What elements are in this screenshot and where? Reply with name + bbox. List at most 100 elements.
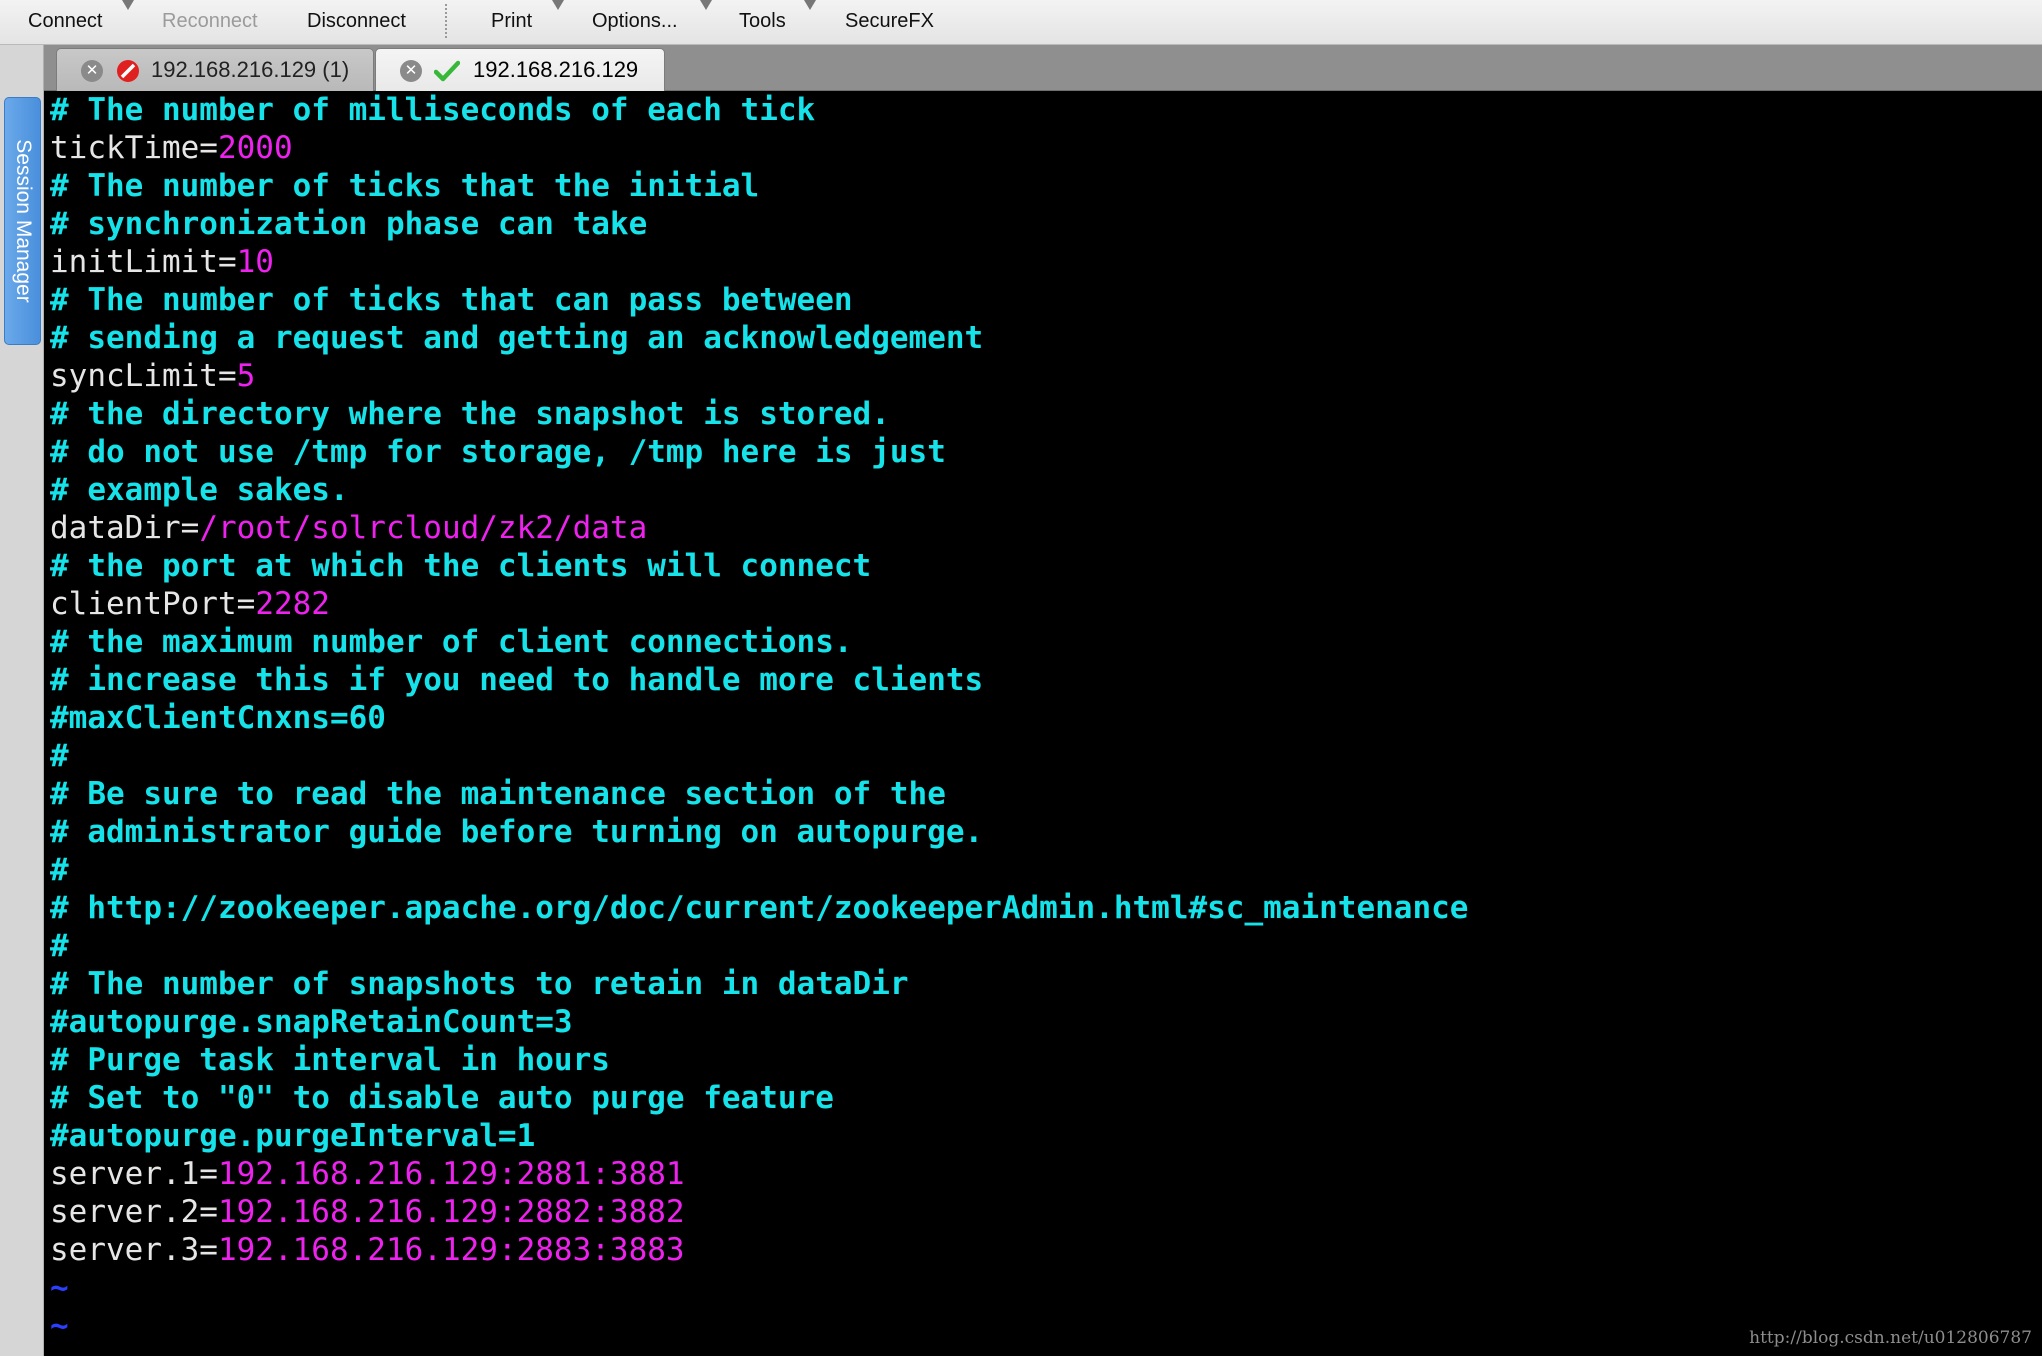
config-comment: # the maximum number of client connectio… — [50, 624, 853, 660]
config-comment: # administrator guide before turning on … — [50, 814, 984, 850]
config-comment: # — [50, 928, 69, 964]
close-tab-icon[interactable]: ✕ — [400, 60, 422, 82]
terminal-screen[interactable]: http://blog.csdn.net/u012806787 # The nu… — [44, 91, 2042, 1356]
no-entry-icon — [117, 60, 139, 82]
terminal-line: tickTime=2000 — [50, 129, 293, 167]
config-key: initLimit= — [50, 244, 237, 280]
config-value: 5 — [236, 358, 256, 394]
config-value: 10 — [236, 244, 274, 280]
terminal-line: # Be sure to read the maintenance sectio… — [50, 775, 946, 813]
tab-session-2[interactable]: ✕ 192.168.216.129 — [375, 48, 665, 91]
config-comment: # The number of snapshots to retain in d… — [50, 966, 909, 1002]
terminal-line: # the port at which the clients will con… — [50, 547, 871, 585]
terminal-line: # — [50, 851, 69, 889]
terminal-line: ~ — [50, 1269, 69, 1307]
terminal-line: # The number of ticks that can pass betw… — [50, 281, 853, 319]
terminal-line: # synchronization phase can take — [50, 205, 647, 243]
tab-session-1[interactable]: ✕ 192.168.216.129 (1) — [56, 48, 374, 91]
config-comment: # do not use /tmp for storage, /tmp here… — [50, 434, 946, 470]
config-comment: # Purge task interval in hours — [50, 1042, 610, 1078]
terminal-line: # sending a request and getting an ackno… — [50, 319, 983, 357]
print-dropdown-arrow-icon[interactable] — [552, 0, 564, 10]
options-button[interactable]: Options... — [592, 0, 678, 43]
terminal-line: # Set to "0" to disable auto purge featu… — [50, 1079, 834, 1117]
terminal-line: # — [50, 927, 69, 965]
config-key: server.3= — [50, 1232, 218, 1268]
terminal-line: #autopurge.snapRetainCount=3 — [50, 1003, 573, 1041]
vim-empty-line-marker: ~ — [50, 1270, 69, 1306]
terminal-line: # example sakes. — [50, 471, 349, 509]
config-comment: # synchronization phase can take — [50, 206, 648, 242]
config-comment: #autopurge.snapRetainCount=3 — [50, 1004, 573, 1040]
config-key: clientPort= — [50, 586, 256, 622]
config-comment: #autopurge.purgeInterval=1 — [50, 1118, 536, 1154]
reconnect-button[interactable]: Reconnect — [162, 0, 258, 43]
tab-label: 192.168.216.129 — [473, 57, 639, 82]
terminal-line: initLimit=10 — [50, 243, 274, 281]
config-comment: # http://zookeeper.apache.org/doc/curren… — [50, 890, 1469, 926]
config-comment: # Be sure to read the maintenance sectio… — [50, 776, 946, 812]
terminal-line: server.2=192.168.216.129:2882:3882 — [50, 1193, 685, 1231]
config-comment: # the port at which the clients will con… — [50, 548, 872, 584]
session-manager-label: Session Manager — [11, 139, 35, 303]
config-key: dataDir= — [50, 510, 200, 546]
tools-dropdown-arrow-icon[interactable] — [804, 0, 816, 10]
terminal-line: # The number of ticks that the initial — [50, 167, 759, 205]
terminal-line: # Purge task interval in hours — [50, 1041, 610, 1079]
terminal-line: server.1=192.168.216.129:2881:3881 — [50, 1155, 685, 1193]
config-comment: # The number of ticks that can pass betw… — [50, 282, 853, 318]
check-icon — [434, 60, 460, 82]
config-comment: #maxClientCnxns=60 — [50, 700, 386, 736]
session-tab-bar: ✕ 192.168.216.129 (1) ✕ 192.168.216.129 — [44, 45, 2042, 91]
config-key: server.2= — [50, 1194, 218, 1230]
print-button[interactable]: Print — [491, 0, 532, 43]
close-tab-icon[interactable]: ✕ — [81, 60, 103, 82]
config-value: 2000 — [217, 130, 293, 166]
config-key: server.1= — [50, 1156, 218, 1192]
terminal-line: # The number of milliseconds of each tic… — [50, 91, 815, 129]
config-comment: # increase this if you need to handle mo… — [50, 662, 984, 698]
terminal-line: # — [50, 737, 69, 775]
disconnect-button[interactable]: Disconnect — [307, 0, 406, 43]
config-key: syncLimit= — [50, 358, 237, 394]
terminal-line: ~ — [50, 1307, 69, 1345]
terminal-line: # the directory where the snapshot is st… — [50, 395, 890, 433]
config-comment: # — [50, 852, 69, 888]
config-comment: # The number of milliseconds of each tic… — [50, 92, 816, 128]
vim-empty-line-marker: ~ — [50, 1308, 69, 1344]
connect-button[interactable]: Connect — [28, 0, 103, 43]
options-dropdown-arrow-icon[interactable] — [700, 0, 712, 10]
toolbar-separator — [445, 4, 447, 38]
config-comment: # The number of ticks that the initial — [50, 168, 760, 204]
config-value: 192.168.216.129:2883:3883 — [217, 1232, 685, 1268]
session-manager-rail: Session Manager — [0, 45, 44, 1356]
terminal-line: #autopurge.purgeInterval=1 — [50, 1117, 535, 1155]
connect-dropdown-arrow-icon[interactable] — [122, 0, 134, 10]
config-value: 192.168.216.129:2881:3881 — [217, 1156, 685, 1192]
terminal-line: server.3=192.168.216.129:2883:3883 — [50, 1231, 685, 1269]
config-comment: # — [50, 738, 69, 774]
watermark: http://blog.csdn.net/u012806787 — [1749, 1328, 2032, 1348]
config-value: /root/solrcloud/zk2/data — [199, 510, 648, 546]
terminal-line: # do not use /tmp for storage, /tmp here… — [50, 433, 946, 471]
terminal-line: # administrator guide before turning on … — [50, 813, 983, 851]
terminal-line: # The number of snapshots to retain in d… — [50, 965, 909, 1003]
config-comment: # Set to "0" to disable auto purge featu… — [50, 1080, 834, 1116]
securefx-button[interactable]: SecureFX — [845, 0, 934, 43]
terminal-line: # http://zookeeper.apache.org/doc/curren… — [50, 889, 1468, 927]
tools-button[interactable]: Tools — [739, 0, 786, 43]
config-comment: # sending a request and getting an ackno… — [50, 320, 984, 356]
config-value: 2282 — [255, 586, 330, 622]
terminal-line: # increase this if you need to handle mo… — [50, 661, 983, 699]
terminal-line: syncLimit=5 — [50, 357, 255, 395]
tab-label: 192.168.216.129 (1) — [151, 57, 350, 82]
terminal-line: # the maximum number of client connectio… — [50, 623, 853, 661]
config-comment: # the directory where the snapshot is st… — [50, 396, 890, 432]
session-manager-tab[interactable]: Session Manager — [4, 97, 41, 345]
toolbar: Connect Reconnect Disconnect Print Optio… — [0, 0, 2042, 45]
config-value: 192.168.216.129:2882:3882 — [217, 1194, 685, 1230]
config-key: tickTime= — [50, 130, 218, 166]
terminal-line: dataDir=/root/solrcloud/zk2/data — [50, 509, 647, 547]
terminal-line: #maxClientCnxns=60 — [50, 699, 386, 737]
terminal-line: clientPort=2282 — [50, 585, 330, 623]
